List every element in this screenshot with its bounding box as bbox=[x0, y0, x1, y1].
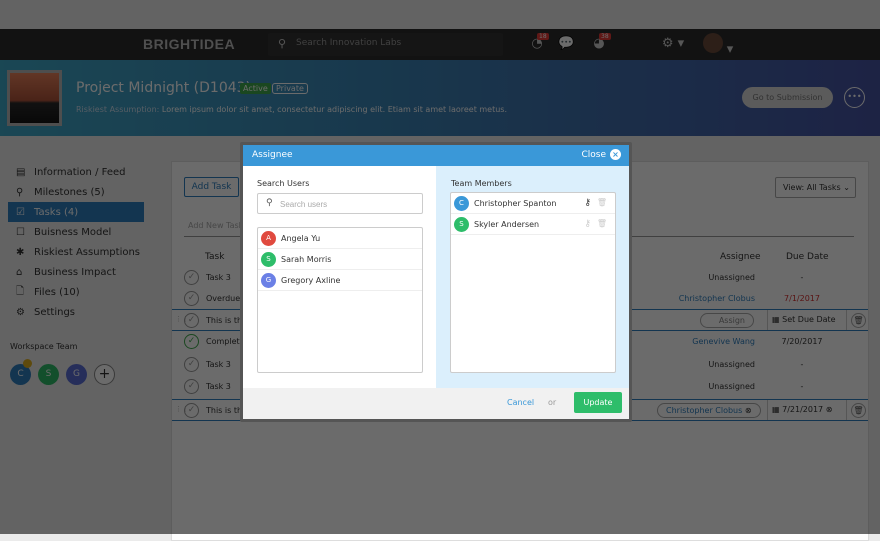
member-name: Christopher Spanton bbox=[474, 198, 557, 208]
member-name: Skyler Andersen bbox=[474, 219, 540, 229]
cancel-button[interactable]: Cancel bbox=[507, 398, 534, 407]
search-users-field[interactable]: ⚲ bbox=[257, 193, 423, 214]
avatar: S bbox=[261, 251, 276, 267]
user-name: Gregory Axline bbox=[281, 275, 341, 285]
search-icon: ⚲ bbox=[266, 198, 273, 208]
trash-icon[interactable]: 🗑 bbox=[597, 198, 607, 207]
avatar: C bbox=[454, 195, 469, 211]
close-icon: × bbox=[610, 149, 621, 160]
trash-icon[interactable]: 🗑 bbox=[597, 219, 607, 228]
close-button[interactable]: Close × bbox=[581, 149, 621, 160]
modal-footer: Cancel or Update bbox=[243, 388, 629, 419]
or-text: or bbox=[548, 398, 557, 407]
list-item[interactable]: A Angela Yu bbox=[258, 228, 422, 249]
assignee-modal: Assignee Close × Search Users ⚲ A Angela Y… bbox=[240, 142, 632, 422]
avatar: S bbox=[454, 216, 469, 232]
modal-title: Assignee bbox=[252, 150, 293, 160]
search-users-pane: Search Users ⚲ A Angela Yu S Sarah Morris … bbox=[243, 166, 436, 388]
team-members-pane: Team Members C Christopher Spanton ⚷ 🗑 S Sky… bbox=[436, 166, 629, 388]
search-users-label: Search Users bbox=[257, 179, 310, 188]
search-users-input[interactable] bbox=[280, 197, 418, 211]
key-icon[interactable]: ⚷ bbox=[584, 219, 591, 229]
user-list: A Angela Yu S Sarah Morris G Gregory Axline bbox=[257, 227, 423, 373]
close-label: Close bbox=[581, 149, 606, 160]
list-item[interactable]: S Skyler Andersen ⚷ 🗑 bbox=[451, 214, 615, 235]
list-item[interactable]: S Sarah Morris bbox=[258, 249, 422, 270]
list-item[interactable]: C Christopher Spanton ⚷ 🗑 bbox=[451, 193, 615, 214]
team-members-label: Team Members bbox=[451, 179, 512, 188]
update-button[interactable]: Update bbox=[574, 392, 622, 413]
avatar: G bbox=[261, 272, 276, 288]
key-icon[interactable]: ⚷ bbox=[584, 198, 591, 208]
user-name: Sarah Morris bbox=[281, 254, 332, 264]
modal-header: Assignee Close × bbox=[243, 145, 629, 166]
user-name: Angela Yu bbox=[281, 233, 321, 243]
member-list: C Christopher Spanton ⚷ 🗑 S Skyler Andersen ⚷… bbox=[450, 192, 616, 373]
avatar: A bbox=[261, 230, 276, 246]
list-item[interactable]: G Gregory Axline bbox=[258, 270, 422, 291]
